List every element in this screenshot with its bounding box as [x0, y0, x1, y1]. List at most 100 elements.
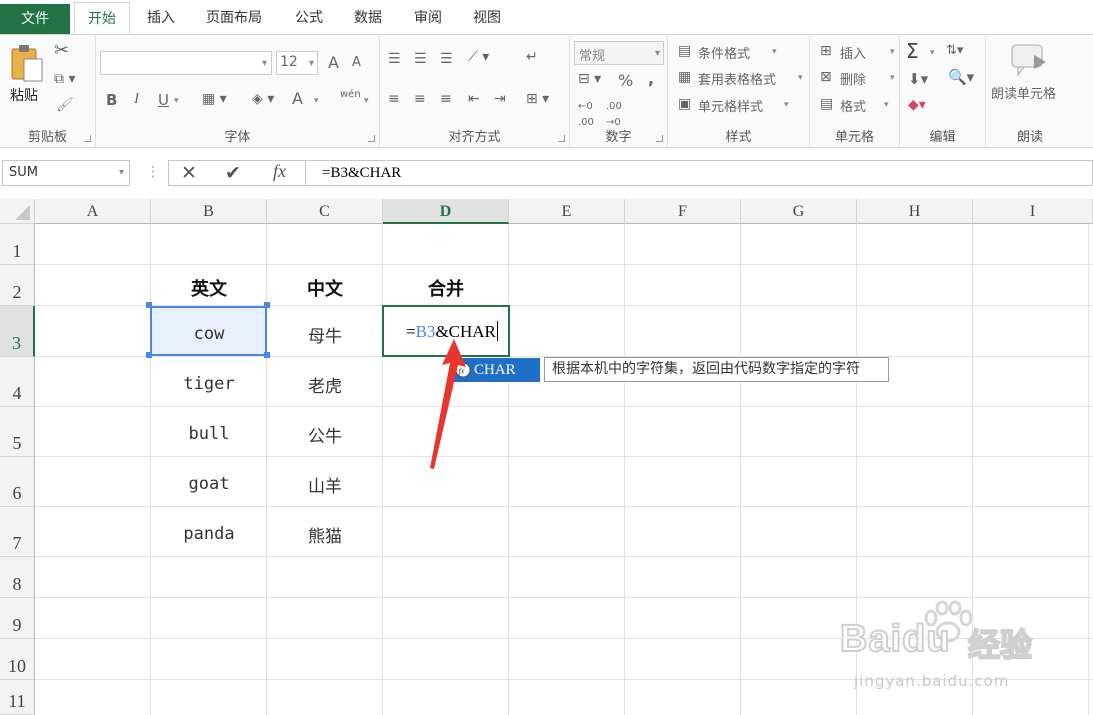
cell-c3[interactable]: 母牛 — [267, 322, 383, 347]
format-painter-icon[interactable]: 🖌 — [56, 97, 74, 113]
row-header-9[interactable]: 9 — [0, 598, 35, 639]
chevron-down-icon: ▾ — [798, 73, 803, 83]
cut-icon[interactable]: ✂ — [54, 42, 69, 60]
row-header-6[interactable]: 6 — [0, 457, 35, 507]
range-handle[interactable] — [264, 352, 270, 358]
format-cells-button[interactable]: ▤ 格式 ▾ — [820, 96, 898, 116]
read-cells-button[interactable]: 朗读单元格 — [988, 43, 1072, 103]
tab-formulas[interactable]: 公式 — [282, 2, 336, 34]
column-header-f[interactable]: F — [625, 199, 741, 224]
column-header-g[interactable]: G — [741, 199, 857, 224]
italic-button[interactable]: I — [134, 91, 139, 108]
column-header-i[interactable]: I — [973, 199, 1093, 224]
insert-function-button[interactable]: fx — [273, 161, 286, 182]
format-as-table-button[interactable]: ▦ 套用表格格式 ▾ — [678, 69, 808, 89]
tab-review[interactable]: 审阅 — [400, 2, 456, 34]
range-handle[interactable] — [146, 302, 152, 308]
align-right-icon[interactable]: ≡ — [440, 91, 452, 107]
merge-center-icon[interactable]: ⊞ ▾ — [526, 91, 549, 107]
row-header-3[interactable]: 3 — [0, 306, 35, 357]
underline-button[interactable]: U — [158, 91, 169, 109]
column-header-b[interactable]: B — [151, 199, 267, 224]
row-header-5[interactable]: 5 — [0, 407, 35, 457]
range-handle[interactable] — [264, 302, 270, 308]
paste-button[interactable]: 粘贴 — [6, 41, 46, 104]
column-header-h[interactable]: H — [857, 199, 973, 224]
cell-b5[interactable]: bull — [151, 424, 267, 444]
cell-c4[interactable]: 老虎 — [267, 372, 383, 397]
cell-b2-header[interactable]: 英文 — [151, 275, 267, 301]
align-left-icon[interactable]: ≡ — [388, 91, 400, 107]
row-header-7[interactable]: 7 — [0, 507, 35, 557]
range-handle[interactable] — [146, 352, 152, 358]
font-size-dropdown[interactable]: 12 ▾ — [276, 51, 318, 75]
cell-c6[interactable]: 山羊 — [267, 472, 383, 497]
number-format-dropdown[interactable]: 常规 ▾ — [574, 41, 664, 65]
cell-b6[interactable]: goat — [151, 474, 267, 494]
bold-button[interactable]: B — [106, 91, 117, 109]
select-all-corner[interactable] — [0, 199, 35, 224]
find-select-icon[interactable]: 🔍▾ — [948, 69, 974, 85]
copy-icon[interactable]: ⧉ ▾ — [54, 71, 75, 87]
orientation-icon[interactable]: ⟋ ▾ — [468, 49, 489, 65]
row-header-8[interactable]: 8 — [0, 557, 35, 598]
row-header-2[interactable]: 2 — [0, 265, 35, 306]
column-header-d[interactable]: D — [383, 199, 509, 224]
sort-filter-icon[interactable]: ⇅▾ — [946, 43, 963, 59]
phonetic-button[interactable]: wén — [340, 89, 361, 100]
decrease-indent-icon[interactable]: ⇤ — [468, 91, 480, 107]
border-icon[interactable]: ▦ ▾ — [202, 91, 227, 107]
currency-icon[interactable]: ⊟ ▾ — [578, 71, 601, 87]
align-middle-icon[interactable]: ☰ — [414, 51, 427, 67]
autosum-button[interactable]: Σ — [906, 39, 919, 63]
wrap-text-icon[interactable]: ↵ — [526, 49, 538, 65]
cell-b7[interactable]: panda — [151, 524, 267, 544]
row-header-1[interactable]: 1 — [0, 224, 35, 265]
row-header-11[interactable]: 11 — [0, 680, 35, 715]
tab-insert[interactable]: 插入 — [134, 2, 188, 34]
align-center-icon[interactable]: ≡ — [414, 91, 426, 107]
name-box[interactable]: SUM ▾ — [2, 160, 130, 186]
row-header-4[interactable]: 4 — [0, 357, 35, 407]
cell-b4[interactable]: tiger — [151, 374, 267, 394]
cell-styles-button[interactable]: ▣ 单元格样式 ▾ — [678, 96, 808, 116]
tab-home[interactable]: 开始 — [74, 2, 130, 34]
align-top-icon[interactable]: ☰ — [388, 51, 401, 67]
cell-c5[interactable]: 公牛 — [267, 422, 383, 447]
row-header-10[interactable]: 10 — [0, 639, 35, 680]
cell-c2-header[interactable]: 中文 — [267, 275, 383, 301]
annotation-arrow-icon — [430, 339, 466, 469]
number-launcher-icon[interactable] — [656, 135, 663, 142]
column-header-a[interactable]: A — [35, 199, 151, 224]
insert-cells-button[interactable]: ⊞ 插入 ▾ — [820, 43, 898, 63]
increase-indent-icon[interactable]: ⇥ — [494, 91, 506, 107]
percent-button[interactable]: % — [618, 71, 633, 90]
alignment-launcher-icon[interactable] — [558, 135, 565, 142]
tab-view[interactable]: 视图 — [460, 2, 514, 34]
column-header-c[interactable]: C — [267, 199, 383, 224]
grow-font-button[interactable]: A — [328, 53, 339, 72]
font-launcher-icon[interactable] — [368, 135, 375, 142]
delete-cells-button[interactable]: ⊠ 删除 ▾ — [820, 69, 898, 89]
cell-c7[interactable]: 熊猫 — [267, 522, 383, 547]
comma-button[interactable]: , — [648, 69, 654, 88]
formula-input[interactable]: =B3&CHAR — [306, 160, 1093, 186]
conditional-formatting-button[interactable]: ▤ 条件格式 ▾ — [678, 43, 808, 63]
clear-icon[interactable]: ◆▾ — [908, 97, 926, 113]
tab-data[interactable]: 数据 — [340, 2, 396, 34]
fill-icon[interactable]: ⬇▾ — [908, 71, 928, 87]
baidu-watermark: Baidu 经验 jingyan.baidu.com — [838, 600, 1058, 710]
cell-b3[interactable]: cow — [151, 324, 267, 344]
fill-color-icon[interactable]: ◈ ▾ — [252, 91, 274, 107]
clipboard-launcher-icon[interactable] — [84, 135, 91, 142]
tab-file[interactable]: 文件 — [0, 4, 70, 34]
enter-button[interactable]: ✔ — [225, 162, 241, 184]
cell-d2-header[interactable]: 合并 — [383, 275, 509, 301]
cancel-button[interactable]: ✕ — [181, 162, 197, 184]
shrink-font-button[interactable]: A — [352, 55, 361, 70]
tab-page-layout[interactable]: 页面布局 — [192, 2, 276, 34]
font-name-dropdown[interactable]: ▾ — [100, 51, 272, 75]
align-bottom-icon[interactable]: ☰ — [440, 51, 453, 67]
column-header-e[interactable]: E — [509, 199, 625, 224]
font-color-button[interactable]: A — [292, 89, 303, 108]
